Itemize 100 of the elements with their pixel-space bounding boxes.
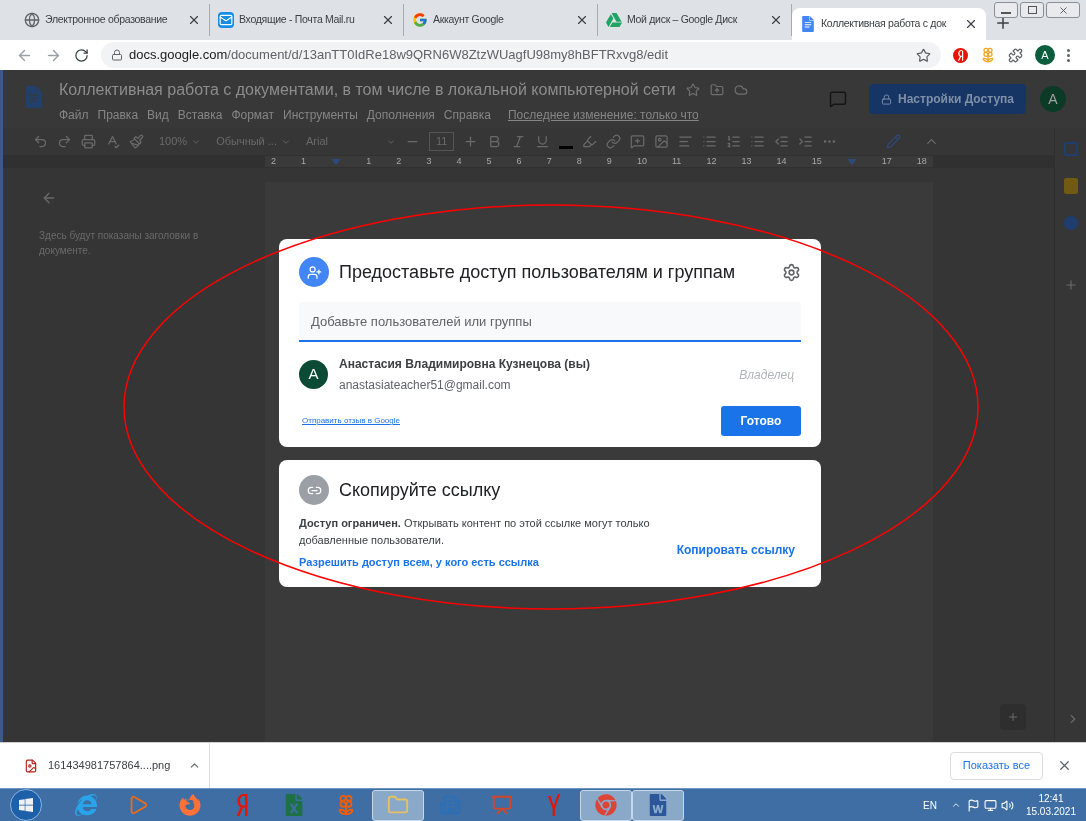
- indent-marker[interactable]: [331, 158, 342, 165]
- firefox-icon: [179, 794, 201, 816]
- tab-title: Мой диск – Google Диск: [627, 12, 738, 28]
- ruler-number: 14: [776, 154, 787, 168]
- image-file-icon: [24, 758, 38, 773]
- taskbar-button[interactable]: [372, 789, 424, 821]
- done-button[interactable]: Готово: [721, 406, 801, 436]
- close-icon[interactable]: [381, 13, 395, 27]
- cloud-icon[interactable]: [733, 83, 748, 97]
- start-button[interactable]: [10, 789, 42, 821]
- drive-icon: [606, 12, 622, 28]
- image-icon[interactable]: [654, 134, 670, 149]
- windows-logo-icon: [18, 797, 34, 813]
- italic-icon[interactable]: [511, 134, 527, 149]
- browser-tab[interactable]: Аккаунт Google: [404, 4, 598, 36]
- numbered-list-icon[interactable]: [726, 134, 742, 149]
- tab-title: Аккаунт Google: [433, 12, 505, 28]
- ruler-number: 11: [672, 154, 682, 168]
- last-edit-link[interactable]: Последнее изменение: только что: [507, 106, 699, 124]
- chrome-icon: [595, 794, 617, 816]
- pencil-icon[interactable]: [886, 134, 902, 149]
- document-title[interactable]: Коллективная работа с документами, в том числе в локальной компьютерной сети: [59, 78, 676, 102]
- highlighter-icon[interactable]: [582, 134, 598, 149]
- explore-button[interactable]: [1000, 704, 1026, 730]
- folder-icon[interactable]: [709, 83, 724, 97]
- language-indicator[interactable]: EN: [923, 797, 937, 813]
- ruler-number: 7: [546, 154, 552, 168]
- clock[interactable]: 12:41 15.03.2021: [1025, 792, 1076, 818]
- word-icon: [647, 794, 669, 816]
- account-avatar[interactable]: A: [1040, 86, 1066, 112]
- volume-icon[interactable]: [1000, 798, 1014, 812]
- flag-icon[interactable]: [966, 798, 980, 812]
- redo-icon[interactable]: [57, 134, 72, 149]
- ruler-number: 17: [881, 154, 892, 168]
- star-icon[interactable]: [916, 47, 931, 63]
- copy-link-button[interactable]: Копировать ссылку: [670, 540, 801, 559]
- add-people-field[interactable]: Добавьте пользователей или группы: [299, 302, 801, 342]
- indent-increase-icon[interactable]: [798, 134, 814, 149]
- network-icon[interactable]: [983, 798, 997, 812]
- settings-icon[interactable]: [782, 262, 801, 282]
- presentation-icon: [491, 794, 513, 816]
- menu-item[interactable]: Инструменты: [283, 106, 358, 124]
- menu-item[interactable]: Вставка: [177, 106, 223, 124]
- undo-icon[interactable]: [33, 134, 48, 149]
- profile-avatar[interactable]: A: [1035, 45, 1055, 65]
- yandex-icon[interactable]: [953, 47, 968, 63]
- keep-icon[interactable]: [1063, 178, 1078, 194]
- underline-icon[interactable]: [535, 134, 551, 149]
- minimize-button[interactable]: [994, 2, 1018, 18]
- star-icon[interactable]: [685, 83, 700, 97]
- line-spacing-icon[interactable]: [702, 134, 718, 149]
- close-icon: [1057, 4, 1069, 16]
- menu-item[interactable]: Файл: [59, 106, 89, 124]
- menu-icon[interactable]: [1067, 48, 1070, 62]
- align-icon[interactable]: [678, 134, 694, 149]
- menu-item[interactable]: Правка: [97, 106, 139, 124]
- comment-icon[interactable]: [829, 90, 848, 108]
- taskbar-button[interactable]: [632, 789, 684, 821]
- browser-tab[interactable]: Коллективная работа с док: [792, 8, 986, 40]
- add-icon[interactable]: [1063, 278, 1078, 292]
- close-icon[interactable]: [964, 17, 978, 31]
- back-icon[interactable]: [41, 190, 57, 206]
- plus-icon[interactable]: [463, 134, 479, 149]
- menu-item[interactable]: Дополнения: [366, 106, 435, 124]
- ruler-number: 2: [271, 154, 276, 168]
- feedback-link[interactable]: Отправить отзыв в Google: [302, 415, 400, 427]
- close-window-button[interactable]: [1046, 2, 1080, 18]
- close-icon[interactable]: [575, 13, 589, 27]
- link-icon: [299, 475, 329, 505]
- address-bar[interactable]: docs.google.com/document/d/13anTT0IdRe18w9QRN6W8ZtzWUagfU98my8hBFTRxvg8/edit: [101, 42, 941, 68]
- comment-add-icon[interactable]: [630, 134, 646, 149]
- indent-marker[interactable]: [846, 158, 857, 165]
- link-icon[interactable]: [606, 134, 622, 149]
- flower-icon[interactable]: [980, 47, 996, 63]
- browser-tab[interactable]: Входящие - Почта Mail.ru: [210, 4, 404, 36]
- reload-icon[interactable]: [74, 47, 89, 63]
- close-icon[interactable]: [769, 13, 783, 27]
- lock-icon: [111, 49, 123, 61]
- close-icon[interactable]: [1057, 758, 1072, 773]
- add-people-icon: [299, 257, 329, 287]
- extensions-icon[interactable]: [1008, 47, 1023, 63]
- print-icon[interactable]: [81, 134, 96, 149]
- show-all-button[interactable]: Показать все: [949, 751, 1043, 780]
- close-icon[interactable]: [187, 13, 201, 27]
- browser-tab[interactable]: Электронное образование: [16, 4, 210, 36]
- role-label: Владелец: [739, 366, 794, 384]
- dialog-title: Предоставьте доступ пользователям и группам: [339, 260, 737, 284]
- taskbar-button[interactable]: [580, 789, 632, 821]
- ruler-number: 5: [486, 154, 492, 168]
- indent-decrease-icon[interactable]: [774, 134, 790, 149]
- change-access-link[interactable]: Разрешить доступ всем, у кого есть ссылка: [299, 554, 671, 571]
- bullet-list-icon[interactable]: [750, 134, 766, 149]
- menu-item[interactable]: Формат: [231, 106, 275, 124]
- spellcheck-icon[interactable]: [105, 134, 120, 149]
- menu-item[interactable]: Справка: [443, 106, 491, 124]
- paint-format-icon[interactable]: [129, 134, 144, 149]
- restore-button[interactable]: [1020, 2, 1044, 18]
- menu-item[interactable]: Вид: [147, 106, 169, 124]
- share-button[interactable]: Настройки Доступа: [869, 84, 1026, 114]
- ruler-number: 1: [301, 154, 307, 168]
